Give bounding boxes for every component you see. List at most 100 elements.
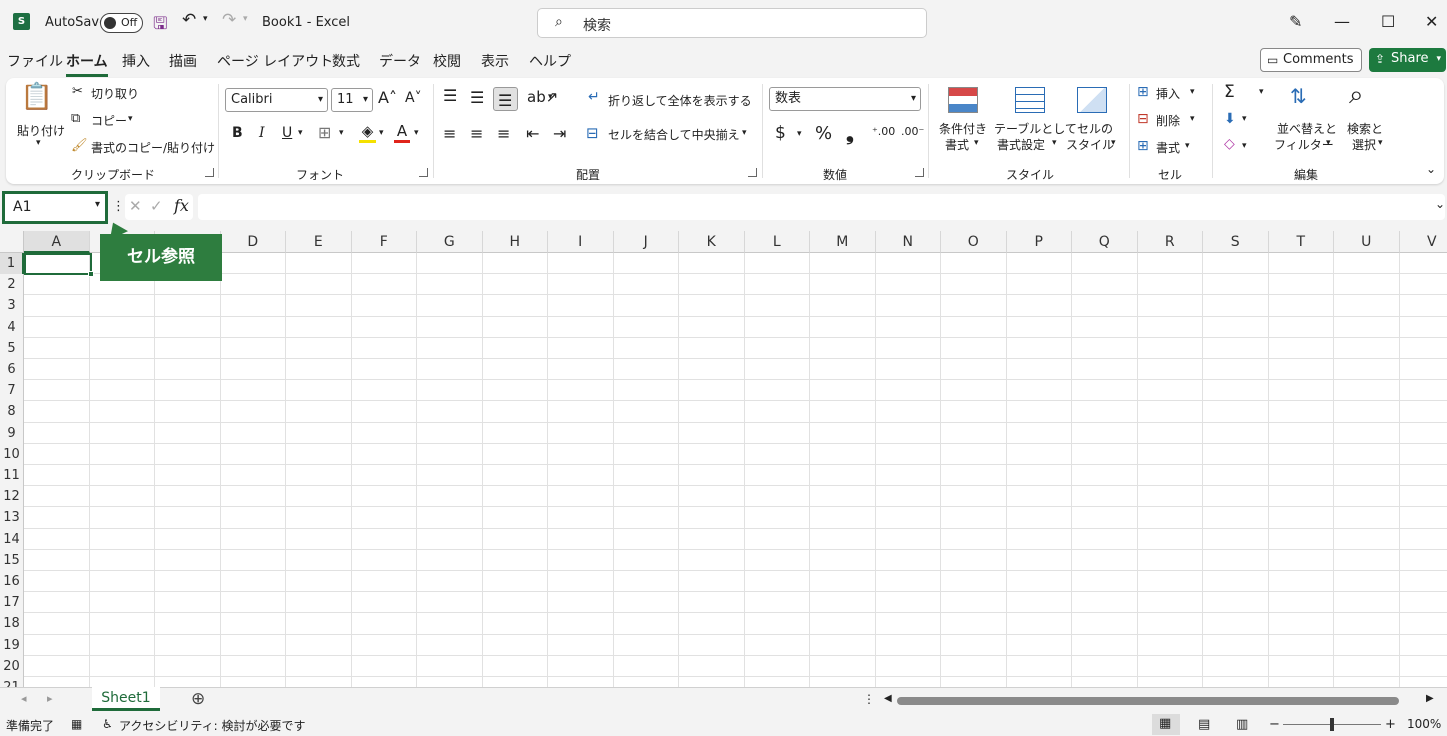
close-icon[interactable]: ✕ [1425,12,1438,31]
align-top-icon[interactable]: ☰ [443,86,457,105]
align-center-icon[interactable]: ≡ [470,124,483,143]
column-header-o[interactable]: O [941,231,1007,253]
autosave-toggle[interactable]: Off [100,13,143,33]
ribbon-collapse-icon[interactable]: ⌄ [1426,162,1436,176]
paste-dropdown-icon[interactable]: ▾ [36,138,41,148]
clear-dropdown-icon[interactable]: ▾ [1242,141,1247,151]
zoom-slider-thumb[interactable] [1330,718,1334,731]
number-format-select[interactable]: 数表 ▾ [769,87,921,111]
clear-icon[interactable]: ◇ [1224,136,1235,152]
align-middle-icon[interactable]: ☰ [470,88,484,107]
zoom-level[interactable]: 100% [1407,717,1441,731]
tab-home[interactable]: ホーム [66,51,108,77]
zoom-in-icon[interactable]: + [1385,717,1396,732]
page-break-view-icon[interactable]: ▥ [1236,717,1248,732]
borders-icon[interactable]: ⊞ [318,123,331,142]
copy-dropdown-icon[interactable]: ▾ [128,114,133,124]
clipboard-launcher-icon[interactable] [205,168,214,177]
font-name-select[interactable]: Calibri ▾ [225,88,328,112]
column-header-g[interactable]: G [417,231,483,253]
column-header-u[interactable]: U [1334,231,1400,253]
format-as-table-dropdown-icon[interactable]: ▾ [1052,138,1057,148]
share-button[interactable]: ⇪ Share ▾ [1369,48,1446,72]
column-header-n[interactable]: N [875,231,941,253]
tab-page-layout[interactable]: ページ レイアウト [217,51,333,71]
tab-draw[interactable]: 描画 [169,51,197,71]
comments-button[interactable]: ▭ Comments [1260,48,1362,72]
column-header-k[interactable]: K [679,231,745,253]
column-header-v[interactable]: V [1399,231,1447,253]
column-header-m[interactable]: M [810,231,876,253]
find-select-dropdown-icon[interactable]: ▾ [1378,138,1383,148]
paste-label[interactable]: 貼り付け [17,122,65,139]
row-header-4[interactable]: 4 [0,316,24,338]
column-header-i[interactable]: I [548,231,614,253]
name-box[interactable]: A1 ▾ [2,191,108,224]
normal-view-button[interactable]: ▦ [1152,714,1180,735]
font-launcher-icon[interactable] [419,168,428,177]
cell-styles-label-2[interactable]: スタイル [1066,136,1114,153]
autosum-icon[interactable]: Σ [1224,82,1235,102]
scroll-left-sheets-icon[interactable]: ◂ [21,692,27,705]
row-header-10[interactable]: 10 [0,443,24,465]
cell-styles-dropdown-icon[interactable]: ▾ [1111,138,1116,148]
paste-icon[interactable]: 📋 [20,82,54,116]
confirm-entry-icon[interactable]: ✓ [150,197,163,215]
conditional-format-icon[interactable] [948,87,978,113]
formula-input[interactable]: ⌄ [198,194,1445,220]
add-sheet-icon[interactable]: ⊕ [191,689,205,709]
tab-file[interactable]: ファイル [7,51,63,71]
currency-dropdown-icon[interactable]: ▾ [797,129,802,139]
autosum-dropdown-icon[interactable]: ▾ [1259,87,1264,97]
align-right-icon[interactable]: ≡ [497,124,510,143]
tab-formulas[interactable]: 数式 [332,51,360,71]
italic-button[interactable]: I [259,125,265,141]
column-header-p[interactable]: P [1006,231,1072,253]
column-header-e[interactable]: E [286,231,352,253]
column-header-a[interactable]: A [24,231,90,253]
wrap-text-label[interactable]: 折り返して全体を表示する [608,92,752,109]
insert-cells-icon[interactable]: ⊞ [1137,84,1149,100]
font-color-dropdown-icon[interactable]: ▾ [414,128,419,138]
scroll-right-icon[interactable]: ▶ [1426,693,1434,704]
row-header-11[interactable]: 11 [0,465,24,487]
conditional-format-label-2[interactable]: 書式 [945,136,969,153]
column-header-t[interactable]: T [1268,231,1334,253]
find-select-icon[interactable]: ⌕ [1349,80,1364,111]
fill-handle[interactable] [88,271,94,277]
row-header-1[interactable]: 1 [0,253,24,275]
orientation-dropdown-icon[interactable]: ▾ [548,92,553,102]
format-as-table-label-2[interactable]: 書式設定 [997,136,1045,153]
undo-icon[interactable]: ↶ [182,10,196,30]
worksheet-grid[interactable]: ABCDEFGHIJKLMNOPQRSTUV 12345678910111213… [0,231,1447,687]
accessibility-icon[interactable]: ♿ [102,717,113,731]
row-header-6[interactable]: 6 [0,359,24,381]
cut-icon[interactable]: ✂ [72,84,83,99]
format-cells-dropdown-icon[interactable]: ▾ [1185,141,1190,151]
borders-dropdown-icon[interactable]: ▾ [339,128,344,138]
row-header-8[interactable]: 8 [0,401,24,423]
sort-filter-label-1[interactable]: 並べ替えと [1277,120,1337,137]
wrap-text-icon[interactable]: ↵ [588,89,600,105]
row-header-12[interactable]: 12 [0,486,24,508]
column-header-h[interactable]: H [482,231,548,253]
row-header-3[interactable]: 3 [0,295,24,317]
orientation-icon[interactable]: ab↗ [527,88,558,106]
undo-dropdown-icon[interactable]: ▾ [203,14,208,24]
align-left-icon[interactable]: ≡ [443,124,456,143]
expand-formula-bar-icon[interactable]: ⌄ [1435,197,1445,211]
selected-cell[interactable] [24,253,94,277]
font-color-icon[interactable]: A [394,122,410,143]
decrease-indent-icon[interactable]: ⇤ [526,124,539,143]
column-header-j[interactable]: J [613,231,679,253]
decrease-decimal-icon[interactable]: .00⁻ [901,125,924,138]
cell-styles-icon[interactable] [1077,87,1107,113]
row-header-17[interactable]: 17 [0,592,24,614]
row-header-13[interactable]: 13 [0,507,24,529]
redo-icon[interactable]: ↷ [222,10,236,30]
fill-icon[interactable]: ⬇ [1224,111,1236,127]
row-header-14[interactable]: 14 [0,528,24,550]
fill-dropdown-icon[interactable]: ▾ [1242,114,1247,124]
horizontal-scrollbar[interactable] [897,697,1399,705]
font-size-select[interactable]: 11 ▾ [331,88,373,112]
